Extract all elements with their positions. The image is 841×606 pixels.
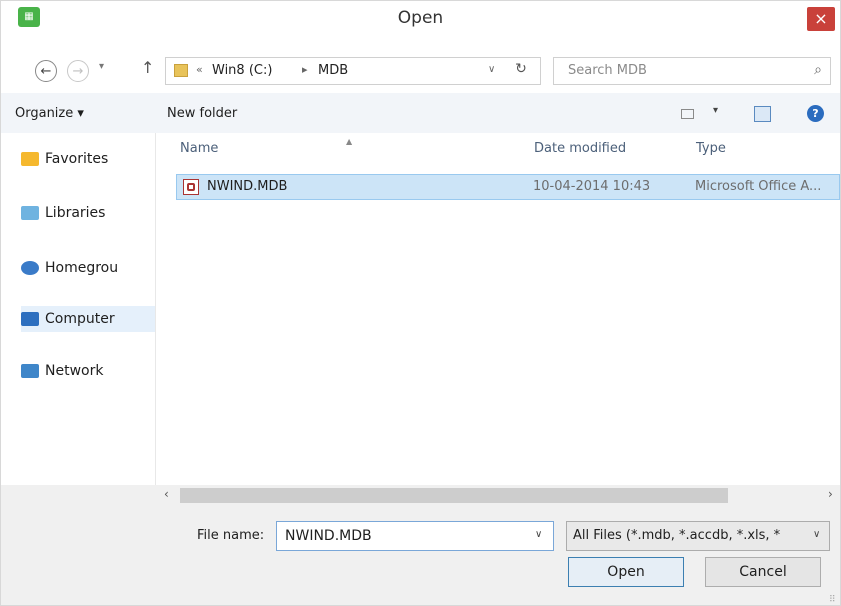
sidebar-item-computer[interactable]: Computer: [21, 306, 155, 332]
breadcrumb-folder[interactable]: MDB: [318, 63, 348, 78]
sidebar-item-label: Network: [45, 363, 104, 379]
file-type-filter[interactable]: All Files (*.mdb, *.accdb, *.xls, * ∨: [566, 521, 830, 551]
new-folder-button[interactable]: New folder: [167, 106, 237, 121]
file-name-dropdown-icon[interactable]: ∨: [535, 529, 542, 540]
title-bar: ▦ Open ×: [1, 1, 840, 37]
file-name-field[interactable]: NWIND.MDB ∨: [276, 521, 554, 551]
view-options-dropdown[interactable]: ▾: [713, 105, 718, 116]
computer-icon: [21, 312, 39, 326]
scroll-left-icon[interactable]: ‹: [164, 487, 169, 501]
refresh-icon[interactable]: ↻: [510, 61, 532, 81]
navigation-bar: ← → ▾ ↑ « Win8 (C:) ▸ MDB ∨ ↻ Search MDB…: [1, 37, 840, 93]
file-name-cell: NWIND.MDB: [207, 179, 288, 194]
scrollbar-thumb[interactable]: [180, 488, 728, 503]
folder-icon: [174, 64, 188, 77]
column-header-name[interactable]: Name: [180, 141, 218, 156]
library-icon: [21, 206, 39, 220]
address-dropdown-icon[interactable]: ∨: [488, 64, 495, 75]
file-type-value[interactable]: All Files (*.mdb, *.accdb, *.xls, *: [573, 528, 803, 543]
file-name-value[interactable]: NWIND.MDB: [285, 528, 372, 544]
recent-locations-dropdown[interactable]: ▾: [99, 61, 104, 72]
navigation-pane: Favorites Libraries Homegrou Computer Ne…: [1, 133, 156, 485]
network-icon: [21, 364, 39, 378]
address-bar[interactable]: « Win8 (C:) ▸ MDB ∨ ↻: [165, 57, 541, 85]
column-header-type[interactable]: Type: [696, 141, 726, 156]
access-database-icon: [183, 179, 199, 195]
column-header-date-modified[interactable]: Date modified: [534, 141, 626, 156]
breadcrumb-drive[interactable]: Win8 (C:): [212, 63, 272, 78]
sidebar-item-label: Favorites: [45, 151, 109, 167]
table-row[interactable]: NWIND.MDB 10-04-2014 10:43 Microsoft Off…: [176, 174, 840, 200]
organize-menu[interactable]: Organize ▾: [15, 106, 84, 121]
preview-pane-icon[interactable]: [754, 106, 771, 122]
sidebar-item-libraries[interactable]: Libraries: [21, 200, 155, 226]
search-input[interactable]: Search MDB: [568, 63, 647, 78]
date-modified-cell: 10-04-2014 10:43: [533, 179, 651, 194]
search-icon[interactable]: ⌕: [814, 62, 822, 78]
forward-button[interactable]: →: [67, 60, 89, 82]
cancel-button[interactable]: Cancel: [705, 557, 821, 587]
resize-grip-icon[interactable]: ⠿: [829, 595, 836, 605]
open-button[interactable]: Open: [568, 557, 684, 587]
breadcrumb-overflow[interactable]: «: [196, 63, 203, 76]
close-button[interactable]: ×: [807, 7, 835, 31]
file-type-dropdown-icon[interactable]: ∨: [813, 529, 820, 540]
change-view-icon[interactable]: [681, 109, 694, 119]
sidebar-item-favorites[interactable]: Favorites: [21, 146, 155, 172]
command-bar: Organize ▾ New folder ▾ ?: [1, 93, 840, 133]
file-list: Name ▲ Date modified Type NWIND.MDB 10-0…: [156, 133, 840, 485]
sidebar-item-network[interactable]: Network: [21, 358, 155, 384]
file-name-label: File name:: [197, 528, 265, 543]
up-one-level-button[interactable]: ↑: [141, 58, 154, 77]
help-icon[interactable]: ?: [807, 105, 824, 122]
open-file-dialog: ▦ Open × ← → ▾ ↑ « Win8 (C:) ▸ MDB ∨ ↻ S…: [0, 0, 841, 606]
scroll-right-icon[interactable]: ›: [828, 487, 833, 501]
sidebar-item-label: Homegrou: [45, 260, 119, 276]
window-title: Open: [397, 8, 444, 28]
sidebar-item-homegroup[interactable]: Homegrou: [21, 255, 155, 281]
sidebar-item-label: Libraries: [45, 205, 106, 221]
search-box[interactable]: Search MDB ⌕: [553, 57, 831, 85]
breadcrumb-separator[interactable]: ▸: [302, 63, 308, 76]
star-icon: [21, 152, 39, 166]
sidebar-item-label: Computer: [45, 311, 115, 327]
type-cell: Microsoft Office A...: [695, 179, 822, 194]
back-button[interactable]: ←: [35, 60, 57, 82]
horizontal-scrollbar[interactable]: ‹ ›: [156, 485, 840, 505]
homegroup-icon: [21, 261, 39, 275]
sort-ascending-icon: ▲: [346, 137, 353, 146]
